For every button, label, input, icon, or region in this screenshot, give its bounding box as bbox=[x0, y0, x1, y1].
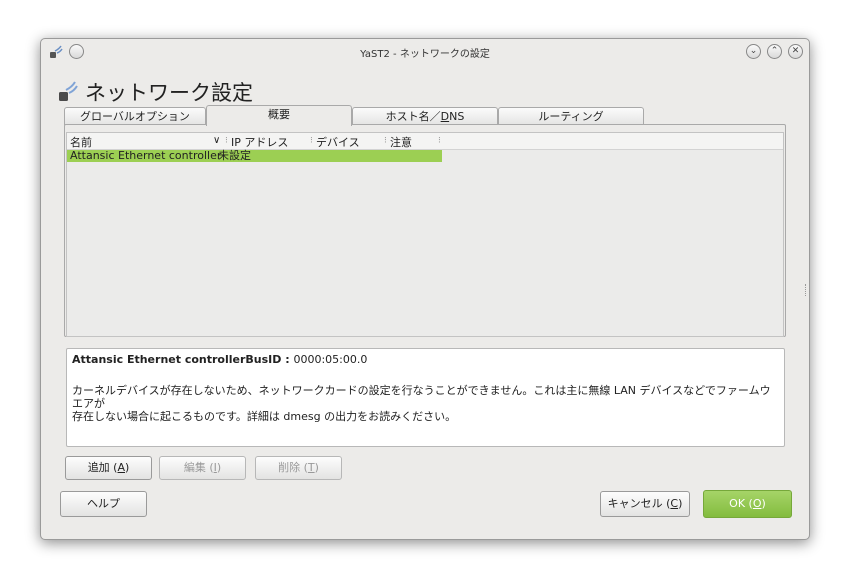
tab-global-options[interactable]: グローバルオプション bbox=[64, 107, 206, 125]
tab-hostname-dns[interactable]: ホスト名／DNS bbox=[352, 107, 498, 125]
network-icon bbox=[59, 81, 78, 101]
column-separator: ⁝ bbox=[225, 136, 228, 146]
window-menu-button[interactable] bbox=[69, 44, 84, 59]
window-controls: ⌄ ⌃ ✕ bbox=[746, 44, 803, 59]
column-separator: ⁝ bbox=[310, 136, 313, 146]
network-icon bbox=[50, 45, 63, 58]
details-text: カーネルデバイスが存在しないため、ネットワークカードの設定を行なうことができませ… bbox=[72, 384, 771, 423]
title-bar-left bbox=[49, 44, 84, 59]
chevron-down-icon: ∨ bbox=[213, 135, 221, 146]
cancel-button[interactable]: キャンセル (C) bbox=[600, 491, 690, 517]
table-row[interactable]: Attansic Ethernet controller 未設定 bbox=[67, 150, 442, 162]
cell-name: Attansic Ethernet controller bbox=[70, 149, 222, 162]
title-bar[interactable]: YaST2 - ネットワークの設定 ⌄ ⌃ ✕ bbox=[41, 39, 809, 65]
minimize-icon[interactable]: ⌄ bbox=[746, 44, 761, 59]
yast-window: YaST2 - ネットワークの設定 ⌄ ⌃ ✕ ネットワーク設定 グローバルオプ… bbox=[40, 38, 810, 540]
page-title: ネットワーク設定 bbox=[85, 81, 253, 105]
tab-routing[interactable]: ルーティング bbox=[498, 107, 644, 125]
column-header-name[interactable]: 名前 bbox=[70, 134, 92, 149]
page-heading: ネットワーク設定 bbox=[57, 77, 253, 107]
column-header-ip[interactable]: IP アドレス bbox=[231, 134, 288, 149]
column-separator: ⁝ bbox=[438, 136, 441, 146]
network-card-table[interactable]: 名前 ∨ ⁝ IP アドレス ⁝ デバイス ⁝ 注意 ⁝ Attansic Et… bbox=[66, 132, 784, 337]
table-header: 名前 ∨ ⁝ IP アドレス ⁝ デバイス ⁝ 注意 ⁝ bbox=[67, 133, 783, 150]
column-header-note[interactable]: 注意 bbox=[390, 134, 412, 149]
resize-grip[interactable] bbox=[805, 284, 807, 296]
maximize-icon[interactable]: ⌃ bbox=[767, 44, 782, 59]
cell-ip: 未設定 bbox=[218, 149, 251, 162]
help-button[interactable]: ヘルプ bbox=[60, 491, 147, 517]
tab-overview[interactable]: 概要 bbox=[206, 105, 352, 126]
details-title: Attansic Ethernet controllerBusID : 0000… bbox=[72, 353, 368, 366]
details-panel: Attansic Ethernet controllerBusID : 0000… bbox=[66, 348, 785, 447]
delete-button[interactable]: 削除 (T) bbox=[255, 456, 342, 480]
window-title: YaST2 - ネットワークの設定 bbox=[360, 48, 490, 60]
column-header-device[interactable]: デバイス bbox=[316, 134, 360, 149]
add-button[interactable]: 追加 (A) bbox=[65, 456, 152, 480]
ok-button[interactable]: OK (O) bbox=[703, 490, 792, 518]
edit-button[interactable]: 編集 (I) bbox=[159, 456, 246, 480]
close-icon[interactable]: ✕ bbox=[788, 44, 803, 59]
column-separator: ⁝ bbox=[384, 136, 387, 146]
